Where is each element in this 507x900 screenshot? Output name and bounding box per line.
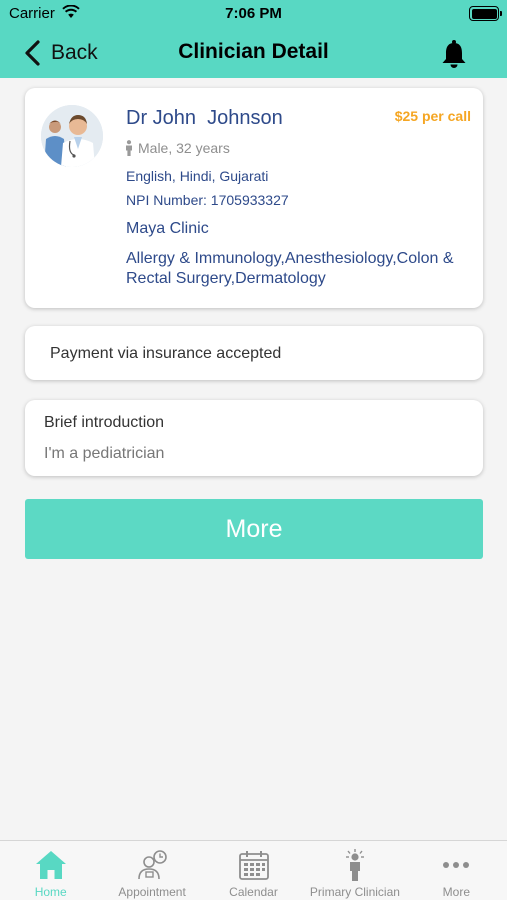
tab-primary-clinician-label: Primary Clinician bbox=[309, 885, 400, 899]
page-title: Clinician Detail bbox=[178, 40, 329, 63]
payment-card: Payment via insurance accepted bbox=[25, 326, 483, 380]
tab-calendar[interactable]: Calendar bbox=[203, 841, 304, 900]
more-button[interactable]: More bbox=[25, 499, 483, 559]
calendar-icon bbox=[238, 851, 269, 880]
tab-primary-clinician[interactable]: Primary Clinician bbox=[304, 841, 405, 900]
bell-icon[interactable] bbox=[441, 39, 467, 69]
tab-home[interactable]: Home bbox=[0, 841, 101, 900]
nav-bar: Back Clinician Detail bbox=[0, 28, 507, 78]
price-per-call: $25 per call bbox=[394, 108, 471, 124]
tab-calendar-label: Calendar bbox=[229, 885, 278, 899]
home-icon bbox=[35, 851, 66, 879]
introduction-card: Brief introduction I'm a pediatrician bbox=[25, 400, 483, 476]
tab-bar: Home Appointment Calendar Primary Clinic… bbox=[0, 840, 507, 900]
primary-clinician-icon bbox=[345, 849, 364, 881]
person-icon bbox=[126, 140, 132, 156]
tab-appointment[interactable]: Appointment bbox=[101, 841, 202, 900]
appointment-icon bbox=[138, 850, 167, 880]
clinician-avatar bbox=[41, 105, 103, 167]
introduction-heading: Brief introduction bbox=[44, 414, 165, 431]
clinician-card: Dr John Johnson $25 per call Male, 32 ye… bbox=[25, 88, 483, 308]
payment-text: Payment via insurance accepted bbox=[50, 345, 282, 362]
clinician-name: Dr John Johnson bbox=[126, 107, 283, 129]
battery-icon bbox=[469, 6, 502, 21]
gender-age-row: Male, 32 years bbox=[125, 140, 230, 156]
tab-appointment-label: Appointment bbox=[118, 885, 186, 899]
tab-more-label: More bbox=[442, 885, 470, 899]
gender-age-text: Male, 32 years bbox=[138, 140, 230, 156]
status-bar: Carrier 7:06 PM bbox=[0, 0, 507, 28]
languages-text: English, Hindi, Gujarati bbox=[126, 168, 269, 184]
clock: 7:06 PM bbox=[225, 5, 282, 22]
more-dots-icon bbox=[443, 862, 470, 868]
tab-more[interactable]: More bbox=[406, 841, 507, 900]
npi-number: NPI Number: 1705933327 bbox=[126, 192, 289, 208]
clinic-name: Maya Clinic bbox=[126, 220, 209, 237]
tab-home-label: Home bbox=[34, 885, 67, 899]
introduction-body: I'm a pediatrician bbox=[44, 445, 165, 462]
specialties-text: Allergy & Immunology,Anesthesiology,Colo… bbox=[126, 250, 454, 287]
